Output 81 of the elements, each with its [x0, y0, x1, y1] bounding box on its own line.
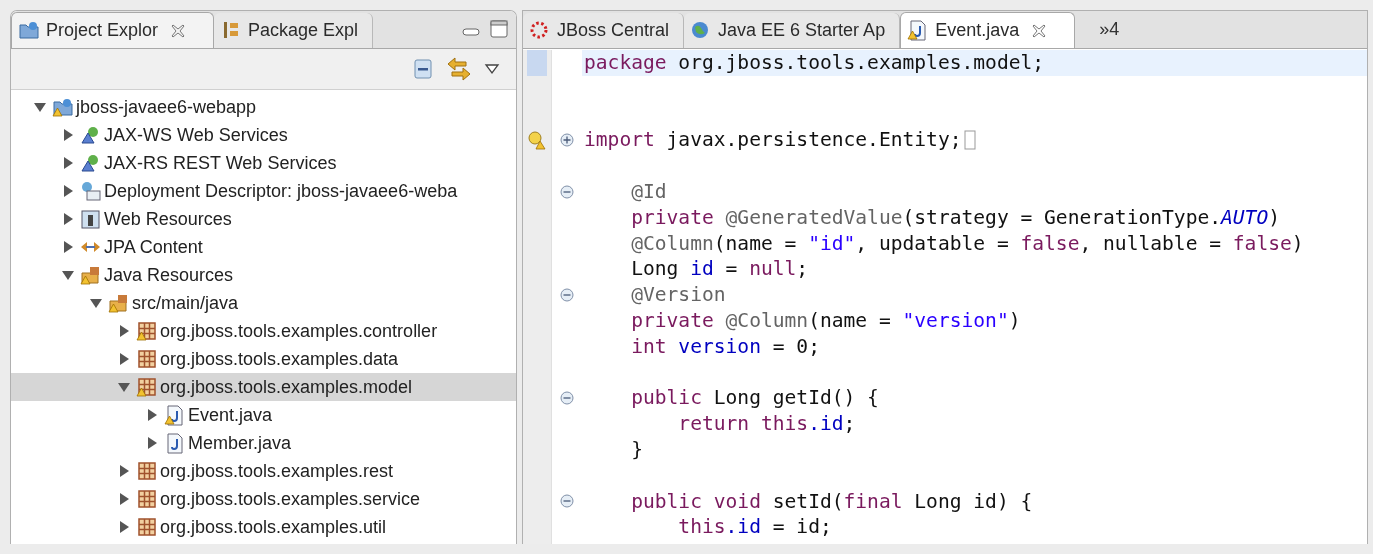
triangle-right-icon[interactable]	[117, 492, 131, 506]
close-icon[interactable]	[1032, 23, 1047, 38]
tree-row[interactable]: jboss-javaee6-webapp	[11, 93, 516, 121]
tree-label: src/main/java	[132, 292, 239, 314]
triangle-right-icon[interactable]	[117, 520, 131, 534]
code-line: private @Column(name = "version")	[630, 307, 1021, 334]
code-line: @Id	[630, 179, 667, 205]
triangle-right-icon[interactable]	[117, 352, 131, 366]
tree-row[interactable]: org.jboss.tools.examples.service	[11, 485, 516, 513]
triangle-right-icon[interactable]	[61, 240, 75, 254]
tree-label: org.jboss.tools.examples.model	[160, 376, 413, 398]
code-line: private @GeneratedValue(strategy = GenerationType.AUTO)	[630, 204, 1280, 231]
collapse-all-icon[interactable]	[412, 58, 434, 80]
maximize-icon[interactable]	[490, 20, 508, 38]
code-line: package org.jboss.tools.examples.model;	[584, 50, 1045, 76]
view-tab[interactable]: Event.java	[900, 12, 1076, 48]
code-line: return this.id;	[677, 411, 856, 437]
collapse-minus-icon[interactable]	[560, 288, 574, 303]
tree-row[interactable]: src/main/java	[11, 289, 516, 317]
tree-row[interactable]: Java Resources	[11, 261, 516, 289]
close-icon[interactable]	[171, 23, 186, 38]
tree-label: Event.java	[188, 404, 273, 426]
code-line: }	[630, 436, 643, 463]
tree-row[interactable]: Event.java	[11, 401, 516, 429]
triangle-right-icon[interactable]	[61, 212, 75, 226]
code-line: public void setId(final Long id) {	[630, 488, 1033, 515]
tree-label: org.jboss.tools.examples.controller	[160, 320, 438, 342]
tree-label: JAX-WS Web Services	[104, 124, 288, 146]
tree-label: org.jboss.tools.examples.data	[160, 348, 399, 370]
code-line: this.id = id;	[677, 514, 832, 541]
triangle-down-icon[interactable]	[117, 380, 131, 394]
view-menu-icon[interactable]	[484, 63, 500, 75]
tree-label: JPA Content	[104, 236, 203, 258]
tree-row[interactable]: Web Resources	[11, 205, 516, 233]
tree-row[interactable]: Deployment Descriptor: jboss-javaee6-weba	[11, 177, 516, 205]
triangle-right-icon[interactable]	[117, 464, 131, 478]
tree-label: org.jboss.tools.examples.rest	[160, 460, 394, 482]
tree-label: org.jboss.tools.examples.util	[160, 516, 387, 538]
view-tab[interactable]: Project Explor	[11, 12, 215, 48]
collapse-minus-icon[interactable]	[560, 391, 574, 406]
tree-row[interactable]: org.jboss.tools.examples.rest	[11, 457, 516, 485]
code-line: @Version	[630, 282, 726, 308]
code-line: import javax.persistence.Entity;	[584, 127, 962, 154]
triangle-down-icon[interactable]	[61, 268, 75, 282]
tree-row[interactable]: org.jboss.tools.examples.controller	[11, 317, 516, 345]
view-tab[interactable]: Java EE 6 Starter Ap	[684, 13, 901, 48]
collapse-minus-icon[interactable]	[560, 494, 574, 509]
tree-label: JAX-RS REST Web Services	[104, 152, 337, 174]
triangle-down-icon[interactable]	[89, 296, 103, 310]
tree-row[interactable]: JAX-WS Web Services	[11, 121, 516, 149]
tree-label: org.jboss.tools.examples.service	[160, 488, 421, 510]
tree-label: Java Resources	[104, 264, 234, 286]
tree-row[interactable]: JPA Content	[11, 233, 516, 261]
tree-row[interactable]: org.jboss.tools.examples.util	[11, 513, 516, 541]
view-tab[interactable]: JBoss Central	[523, 13, 685, 48]
tree-label: Web Resources	[104, 208, 232, 230]
triangle-right-icon[interactable]	[61, 184, 75, 198]
tree-label: Deployment Descriptor: jboss-javaee6-weba	[104, 180, 458, 202]
expand-plus-icon[interactable]	[560, 133, 574, 148]
triangle-right-icon[interactable]	[61, 128, 75, 142]
tree-row[interactable]: org.jboss.tools.examples.data	[11, 345, 516, 373]
tree-row[interactable]: Member.java	[11, 429, 516, 457]
tree-label: Member.java	[188, 432, 292, 454]
triangle-right-icon[interactable]	[145, 436, 159, 450]
triangle-right-icon[interactable]	[117, 324, 131, 338]
triangle-right-icon[interactable]	[145, 408, 159, 422]
link-arrows-icon[interactable]	[446, 56, 472, 82]
code-line: Long id = null;	[630, 256, 809, 283]
tree-row[interactable]: JAX-RS REST Web Services	[11, 149, 516, 177]
triangle-right-icon[interactable]	[61, 156, 75, 170]
collapse-minus-icon[interactable]	[560, 184, 574, 199]
code-line: @Column(name = "id", updatable = false, nullable = false)	[630, 230, 1304, 257]
tree-label: jboss-javaee6-webapp	[76, 96, 257, 118]
tree-row[interactable]: org.jboss.tools.examples.model	[11, 373, 516, 401]
view-tab[interactable]: Package Expl	[214, 13, 374, 48]
lightbulb-warning-icon[interactable]	[527, 130, 547, 151]
code-line: public Long getId() {	[630, 385, 879, 412]
more-tabs-button[interactable]: »4	[1075, 19, 1120, 48]
triangle-down-icon[interactable]	[33, 100, 47, 114]
minimize-icon[interactable]	[462, 26, 480, 38]
code-line: int version = 0;	[630, 333, 820, 360]
